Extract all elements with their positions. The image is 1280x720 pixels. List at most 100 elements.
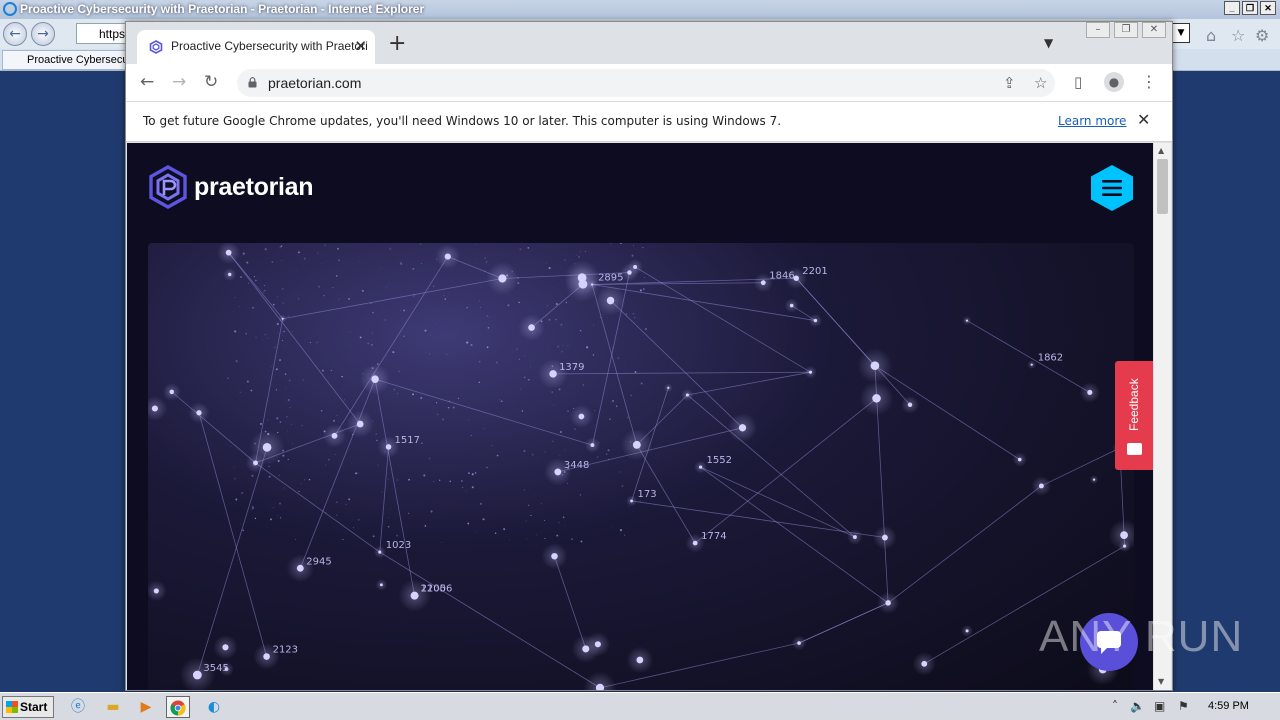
network-node (577, 273, 587, 283)
particle (579, 329, 582, 332)
feedback-label: Feedback (1127, 378, 1141, 431)
share-icon[interactable]: ⇪ (1003, 74, 1016, 92)
network-node (262, 442, 272, 452)
particle (278, 474, 280, 476)
learn-more-link[interactable]: Learn more (1058, 114, 1126, 128)
particle (280, 245, 283, 248)
particle (443, 294, 445, 296)
particle (446, 354, 448, 356)
particle (474, 532, 476, 533)
lock-icon[interactable] (248, 77, 257, 88)
page-scrollbar[interactable]: ▲ ▼ (1154, 143, 1171, 690)
chrome-restore-button[interactable]: ❐ (1114, 22, 1138, 38)
omnibox[interactable]: praetorian.com ⇪ ☆ (237, 69, 1055, 97)
ie-favorites-icon[interactable]: ☆ (1231, 26, 1245, 45)
particle (465, 490, 467, 492)
particle (248, 282, 250, 284)
network-line (1041, 447, 1120, 487)
particle (525, 538, 528, 540)
url-text[interactable]: praetorian.com (268, 75, 361, 91)
particle (639, 289, 643, 292)
scroll-up-icon[interactable]: ▲ (1158, 146, 1164, 155)
particle (527, 247, 530, 249)
menu-icon[interactable] (1090, 164, 1134, 212)
particle (348, 498, 351, 501)
particle (430, 510, 433, 513)
kebab-icon[interactable]: ⋮ (1141, 73, 1157, 91)
sidepanel-icon[interactable]: ▯ (1074, 73, 1082, 91)
particle (342, 539, 344, 541)
network-node (907, 402, 913, 408)
close-icon[interactable]: ✕ (1137, 110, 1150, 129)
ie-tab[interactable]: Proactive Cybersecu (2, 50, 128, 70)
tab-active[interactable]: Proactive Cybersecurity with Praetori ✕ (137, 30, 375, 64)
ie-restore-button[interactable]: ❐ (1242, 1, 1258, 15)
particle (564, 524, 566, 526)
particle (423, 474, 426, 477)
particle (279, 517, 282, 519)
network-icon[interactable]: ▣ (1154, 699, 1165, 713)
network-node (789, 303, 794, 308)
particle (425, 352, 427, 354)
particle (586, 346, 589, 349)
action-center-flag-icon[interactable]: ⚑ (1178, 699, 1189, 713)
clock[interactable]: 4:59 PM (1208, 700, 1249, 712)
profile-icon[interactable]: ● (1104, 72, 1124, 92)
tab-search-chevron-icon[interactable]: ▼ (1044, 36, 1053, 50)
ie-address-dropdown[interactable]: ▼ (1172, 23, 1190, 43)
particle (468, 472, 470, 474)
volume-icon[interactable]: 🔈 (1130, 699, 1145, 713)
particle (381, 491, 383, 493)
particle (345, 503, 347, 506)
particle (400, 310, 402, 311)
ie-taskbar-icon[interactable]: ⓔ (66, 696, 90, 718)
particle (241, 491, 244, 494)
ie-back-button[interactable]: ← (3, 22, 27, 46)
media-player-taskbar-icon[interactable]: ▶ (134, 696, 158, 718)
particle (424, 329, 427, 332)
particle (352, 527, 355, 529)
back-icon[interactable]: ← (140, 73, 154, 91)
chrome-close-button[interactable]: ✕ (1142, 22, 1166, 38)
edge-taskbar-icon[interactable]: ◐ (202, 696, 226, 718)
ie-minimize-button[interactable]: _ (1224, 1, 1240, 15)
particle (555, 318, 557, 321)
particle (387, 525, 390, 528)
star-icon[interactable]: ☆ (1034, 74, 1047, 92)
network-line (255, 462, 381, 553)
scrollbar-thumb[interactable] (1157, 159, 1168, 214)
hero-number-label: 3448 (564, 460, 589, 471)
tray-arrow-icon[interactable]: ˄ (1112, 699, 1118, 713)
ie-close-button[interactable]: ✕ (1260, 1, 1276, 15)
network-node (636, 656, 644, 664)
network-node (852, 535, 857, 539)
ie-settings-icon[interactable]: ⚙ (1255, 26, 1269, 45)
particle (634, 371, 637, 373)
network-node (551, 552, 558, 560)
brand-logo[interactable]: praetorian (148, 165, 314, 209)
particle (234, 330, 237, 333)
particle (621, 485, 624, 487)
chrome-taskbar-icon[interactable] (166, 696, 190, 718)
tab-strip: Proactive Cybersecurity with Praetori ✕ … (126, 22, 1172, 64)
particle (491, 444, 493, 446)
particle (611, 399, 615, 403)
particle (375, 433, 377, 435)
new-tab-button[interactable]: + (388, 33, 406, 55)
particle (303, 257, 306, 260)
explorer-taskbar-icon[interactable]: ▬ (101, 696, 125, 718)
particle (437, 309, 438, 310)
ie-forward-button[interactable]: → (31, 22, 55, 46)
forward-icon[interactable]: → (172, 73, 186, 91)
ie-home-icon[interactable]: ⌂ (1206, 26, 1216, 45)
particle (596, 456, 599, 458)
start-button[interactable]: Start (2, 696, 54, 718)
reload-icon[interactable]: ↻ (204, 73, 218, 91)
particle (566, 483, 568, 485)
feedback-tab[interactable]: Feedback (1115, 361, 1153, 470)
scroll-down-icon[interactable]: ▼ (1158, 677, 1164, 686)
particle (336, 501, 338, 503)
chrome-minimize-button[interactable]: – (1086, 22, 1110, 38)
particle (370, 302, 372, 305)
tab-close-icon[interactable]: ✕ (354, 37, 367, 55)
